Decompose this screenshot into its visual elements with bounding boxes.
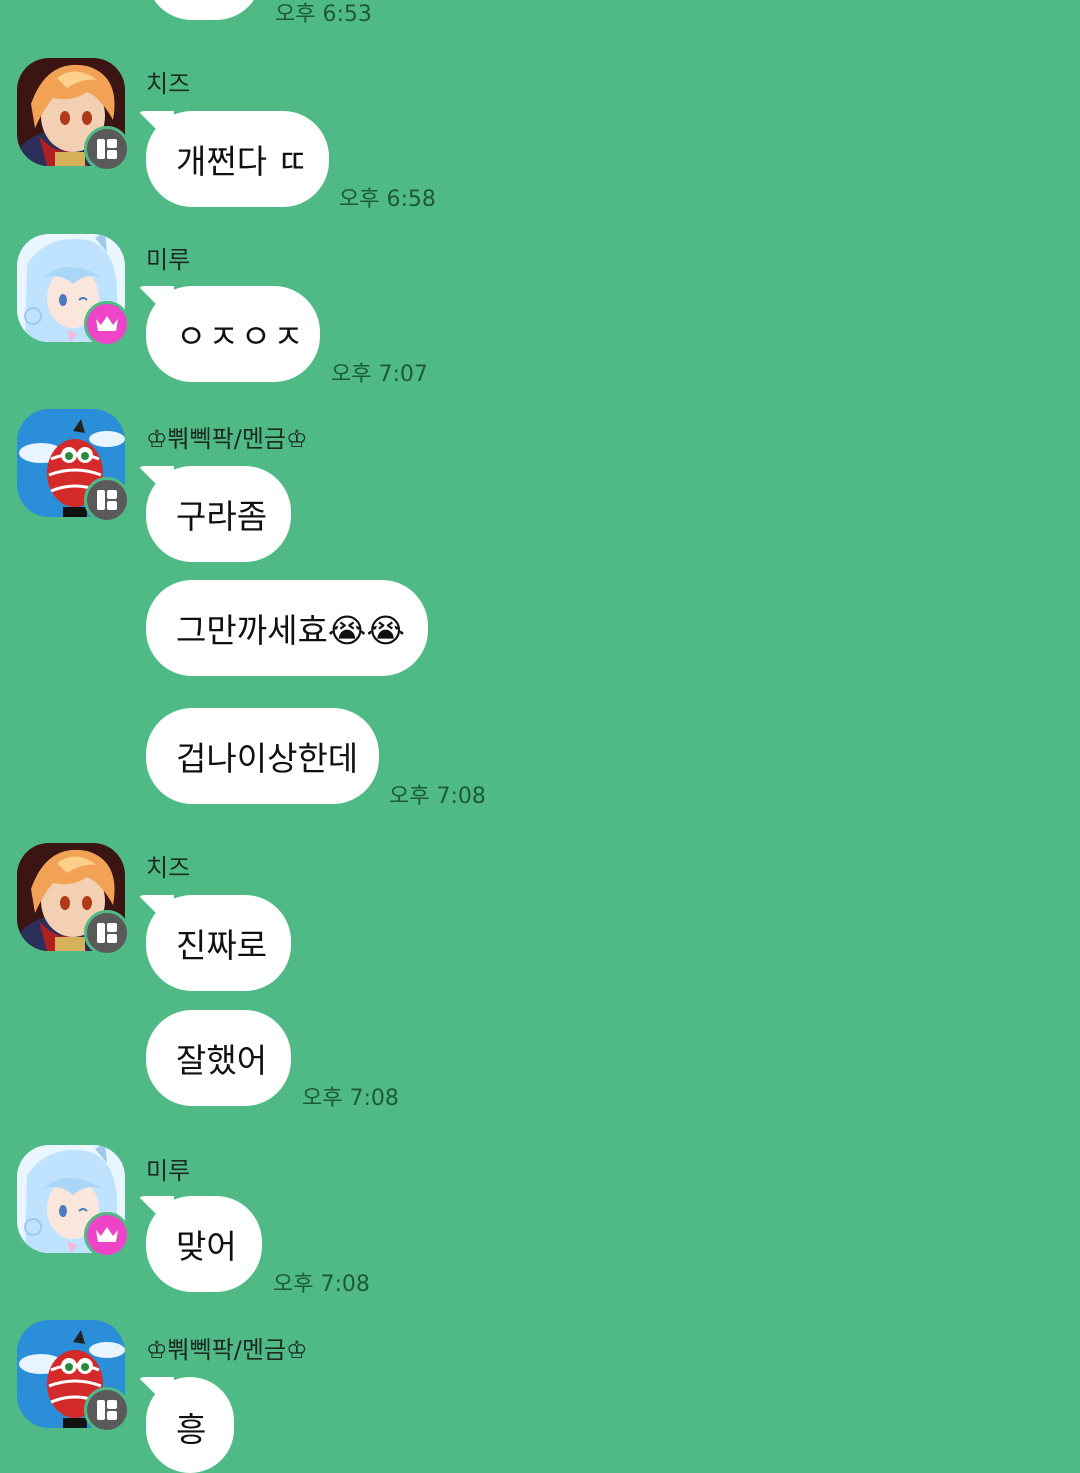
member-badge-icon [84,477,130,523]
message-bubble[interactable]: 그만까세효😭😭 [146,580,428,676]
message-time: 오후 7:07 [331,362,428,387]
sender-name: ♔뿨뻭팍/멘금♔ [146,1336,308,1364]
crown-icon [84,1212,130,1258]
sender-name: 치즈 [146,70,191,98]
message-bubble[interactable]: 겁나이상한데 [146,708,379,804]
member-badge-icon [84,126,130,172]
sender-name: 치즈 [146,854,191,882]
message-time: 오후 7:08 [302,1086,399,1111]
message-bubble[interactable]: 구라좀 [146,466,291,562]
sender-name: ♔뿨뻭팍/멘금♔ [146,425,308,453]
message-bubble[interactable]: 개쩐다 ㄸ [146,111,329,207]
partial-bubble[interactable] [146,0,262,20]
member-badge-icon [84,910,130,956]
message-bubble[interactable]: 흥 [146,1377,234,1473]
message-bubble[interactable]: 맞어 [146,1196,262,1292]
member-badge-icon [84,1387,130,1433]
message-bubble[interactable]: ㅇㅈㅇㅈ [146,286,320,382]
crown-icon [84,301,130,347]
message-bubble[interactable]: 잘했어 [146,1010,291,1106]
message-time: 오후 7:08 [273,1272,370,1297]
message-bubble[interactable]: 진짜로 [146,895,291,991]
sender-name: 미루 [146,1157,191,1185]
sender-name: 미루 [146,246,191,274]
message-time: 오후 6:58 [339,187,436,212]
message-time: 오후 7:08 [389,784,486,809]
message-time: 오후 6:53 [275,2,372,27]
